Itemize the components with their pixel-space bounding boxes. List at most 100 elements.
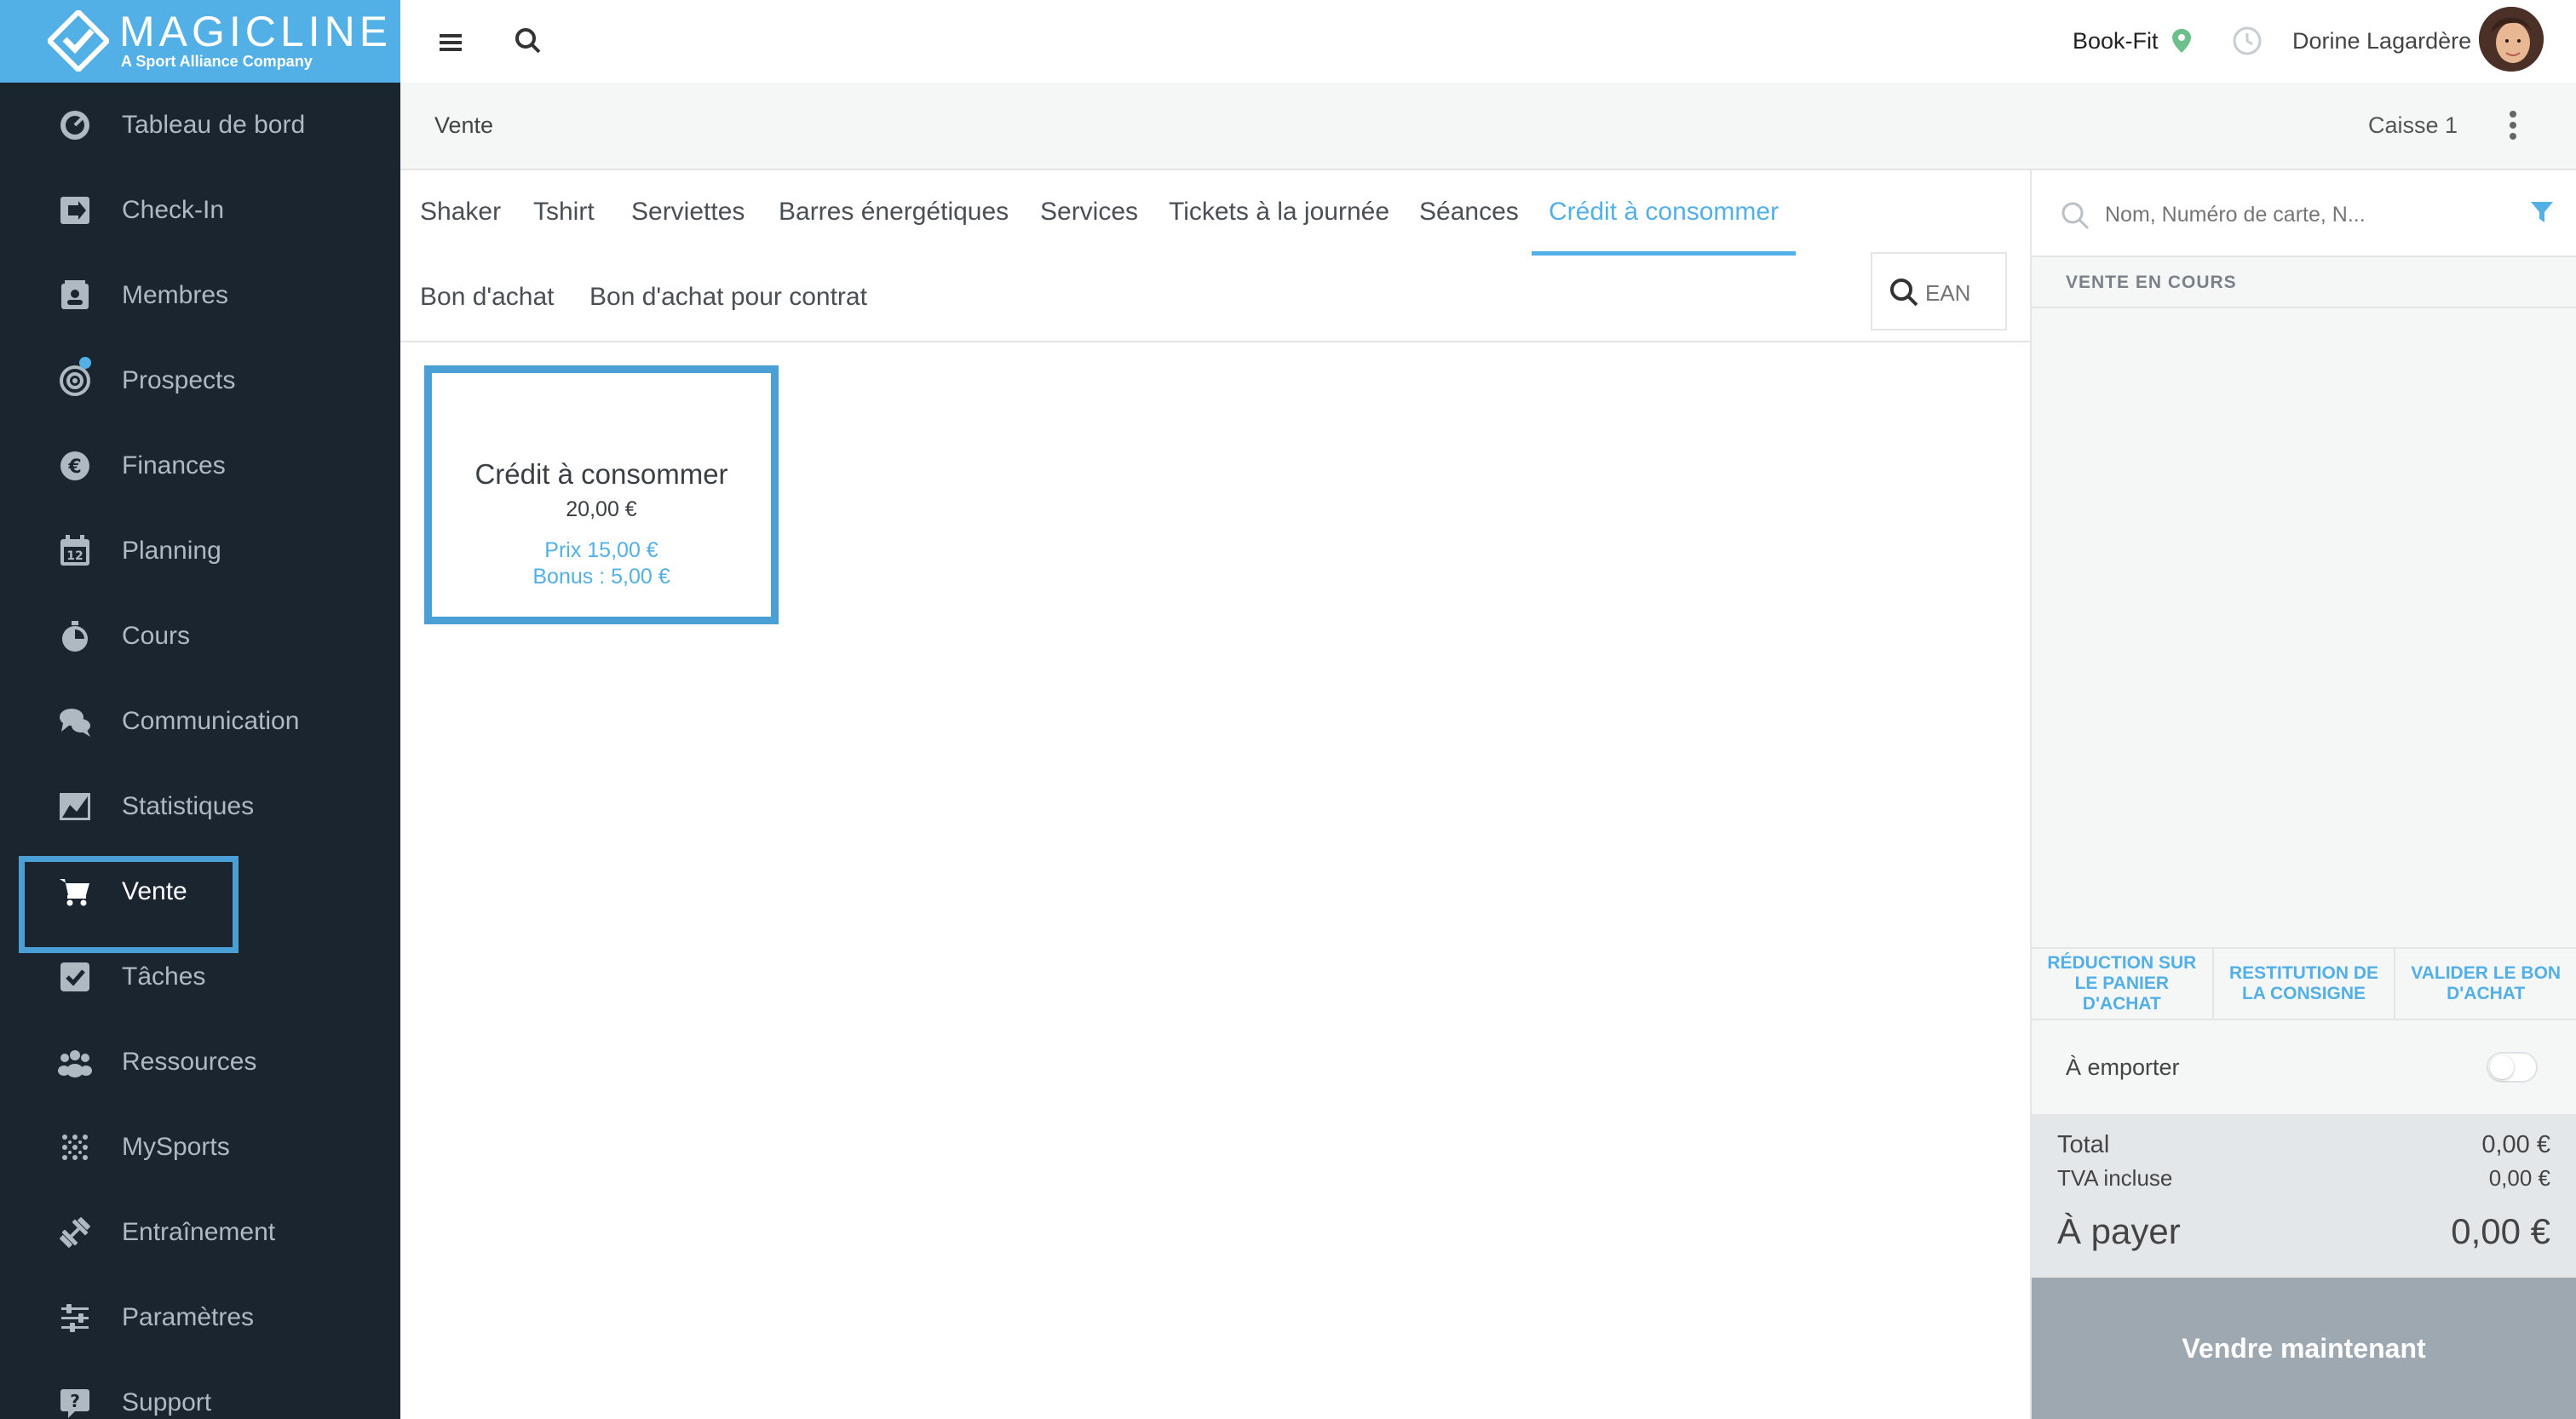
vat-label: TVA incluse xyxy=(2057,1165,2173,1191)
dots-grid-icon xyxy=(62,1135,88,1160)
sidebar-item-entrainement[interactable]: Entraînement xyxy=(0,1190,400,1275)
club-name[interactable]: Book-Fit xyxy=(2073,0,2159,83)
tab-tickets-journee[interactable]: Tickets à la journée xyxy=(1169,198,1389,227)
chart-icon xyxy=(60,793,90,820)
customer-search-input[interactable] xyxy=(2105,196,2471,233)
sidebar-item-mysports[interactable]: MySports xyxy=(0,1105,400,1190)
sidebar-item-label: MySports xyxy=(122,1133,230,1161)
validate-voucher-button[interactable]: VALIDER LE BON D'ACHAT xyxy=(2395,949,2576,1019)
customer-search xyxy=(2032,170,2576,257)
amount-due-value: 0,00 € xyxy=(2451,1211,2550,1251)
amount-due-label: À payer xyxy=(2057,1211,2181,1251)
ean-input[interactable] xyxy=(1925,276,2002,310)
menu-icon[interactable] xyxy=(434,26,469,60)
total-value: 0,00 € xyxy=(2481,1131,2550,1158)
sidebar-item-label: Membres xyxy=(122,281,229,309)
clock-icon[interactable] xyxy=(2232,26,2263,56)
sales-main: Shaker Tshirt Serviettes Barres énergéti… xyxy=(400,170,2032,1419)
sidebar-item-support[interactable]: ? Support xyxy=(0,1360,400,1419)
tab-barres-energetiques[interactable]: Barres énergétiques xyxy=(779,198,1009,227)
sidebar-item-label: Check-In xyxy=(122,196,225,224)
avatar[interactable] xyxy=(2479,7,2544,72)
sidebar-item-taches[interactable]: Tâches xyxy=(0,934,400,1020)
sliders-icon xyxy=(61,1304,89,1332)
cart-icon xyxy=(60,879,89,906)
cart-actions: RÉDUCTION SUR LE PANIER D'ACHAT RESTITUT… xyxy=(2032,947,2576,1020)
sidebar-item-check-in[interactable]: Check-In xyxy=(0,168,400,253)
members-icon xyxy=(61,280,89,309)
takeaway-label: À emporter xyxy=(2066,1054,2180,1080)
people-icon xyxy=(58,1050,92,1077)
location-pin-icon xyxy=(2172,29,2191,53)
sidebar-item-prospects[interactable]: Prospects xyxy=(0,338,400,423)
sidebar-item-label: Tâches xyxy=(122,962,206,991)
sidebar-item-planning[interactable]: 12 Planning xyxy=(0,508,400,594)
tab-serviettes[interactable]: Serviettes xyxy=(631,198,745,227)
sidebar-item-label: Ressources xyxy=(122,1048,257,1076)
register-name[interactable]: Caisse 1 xyxy=(2368,83,2458,168)
sidebar-item-label: Statistiques xyxy=(122,792,255,820)
sidebar-item-label: Cours xyxy=(122,622,191,650)
product-bonus: Bonus : 5,00 € xyxy=(532,565,670,589)
sidebar-item-label: Support xyxy=(122,1388,212,1416)
cart-discount-button[interactable]: RÉDUCTION SUR LE PANIER D'ACHAT xyxy=(2032,949,2214,1019)
sidebar-item-cours[interactable]: Cours xyxy=(0,594,400,679)
total-row: Total 0,00 € xyxy=(2057,1131,2550,1159)
sidebar-item-ressources[interactable]: Ressources xyxy=(0,1020,400,1105)
tab-bon-achat-contrat[interactable]: Bon d'achat pour contrat xyxy=(589,283,867,312)
vat-value: 0,00 € xyxy=(2488,1165,2550,1191)
brand-name: MAGICLINE xyxy=(119,8,393,55)
more-options-icon[interactable] xyxy=(2504,108,2521,142)
tab-tshirt[interactable]: Tshirt xyxy=(533,198,595,227)
svg-text:?: ? xyxy=(70,1391,80,1411)
sidebar-item-statistiques[interactable]: Statistiques xyxy=(0,764,400,849)
product-card[interactable]: Crédit à consommer 20,00 € Prix 15,00 € … xyxy=(424,365,779,624)
sidebar-item-tableau-de-bord[interactable]: Tableau de bord xyxy=(0,83,400,168)
sidebar-item-finances[interactable]: € Finances xyxy=(0,423,400,508)
svg-text:12: 12 xyxy=(66,549,83,563)
vat-row: TVA incluse 0,00 € xyxy=(2057,1165,2550,1192)
sidebar-item-communication[interactable]: Communication xyxy=(0,679,400,764)
sidebar-item-label: Paramètres xyxy=(122,1303,255,1331)
tab-shaker[interactable]: Shaker xyxy=(420,198,501,227)
sidebar-item-membres[interactable]: Membres xyxy=(0,253,400,338)
active-tab-indicator xyxy=(1532,251,1796,256)
search-icon xyxy=(2061,202,2090,230)
product-name: Crédit à consommer xyxy=(474,458,728,490)
calendar-icon: 12 xyxy=(60,535,89,566)
logo[interactable]: MAGICLINE A Sport Alliance Company xyxy=(0,0,400,83)
sidebar-item-label: Entraînement xyxy=(122,1218,276,1246)
sell-now-button[interactable]: Vendre maintenant xyxy=(2032,1278,2576,1419)
sidebar-item-label: Vente xyxy=(122,877,187,905)
tab-bon-achat[interactable]: Bon d'achat xyxy=(420,283,555,312)
tab-services[interactable]: Services xyxy=(1040,198,1138,227)
top-bar: Book-Fit Dorine Lagardère xyxy=(400,0,2576,83)
ean-search[interactable] xyxy=(1871,252,2007,330)
tab-seances[interactable]: Séances xyxy=(1419,198,1519,227)
category-tabs: Shaker Tshirt Serviettes Barres énergéti… xyxy=(400,170,2032,342)
page-header: Vente Caisse 1 xyxy=(400,83,2576,170)
product-value: 20,00 € xyxy=(566,497,637,521)
search-icon[interactable] xyxy=(511,24,545,58)
totals: Total 0,00 € TVA incluse 0,00 € À payer … xyxy=(2032,1114,2576,1278)
search-icon xyxy=(1890,279,1918,307)
sidebar-nav: Tableau de bord Check-In Membres Prospec… xyxy=(0,83,400,1419)
sidebar-item-vente[interactable]: Vente xyxy=(0,849,400,953)
cart-panel: VENTE EN COURS RÉDUCTION SUR LE PANIER D… xyxy=(2032,170,2576,1419)
filter-icon[interactable] xyxy=(2529,199,2555,225)
prospects-icon xyxy=(60,365,90,396)
tab-credit-a-consommer[interactable]: Crédit à consommer xyxy=(1549,198,1779,227)
takeaway-toggle[interactable] xyxy=(2487,1052,2538,1083)
sidebar-item-label: Communication xyxy=(122,707,300,735)
svg-text:€: € xyxy=(67,457,81,478)
deposit-refund-button[interactable]: RESTITUTION DE LA CONSIGNE xyxy=(2214,949,2396,1019)
amount-due-row: À payer 0,00 € xyxy=(2057,1211,2550,1252)
sidebar: MAGICLINE A Sport Alliance Company Table… xyxy=(0,0,400,1419)
chat-icon xyxy=(60,709,90,737)
euro-icon: € xyxy=(60,451,89,480)
sidebar-item-parametres[interactable]: Paramètres xyxy=(0,1275,400,1360)
user-name[interactable]: Dorine Lagardère xyxy=(2292,0,2471,83)
product-price: Prix 15,00 € xyxy=(544,538,658,562)
dashboard-icon xyxy=(60,111,89,140)
page-title: Vente xyxy=(434,112,494,138)
